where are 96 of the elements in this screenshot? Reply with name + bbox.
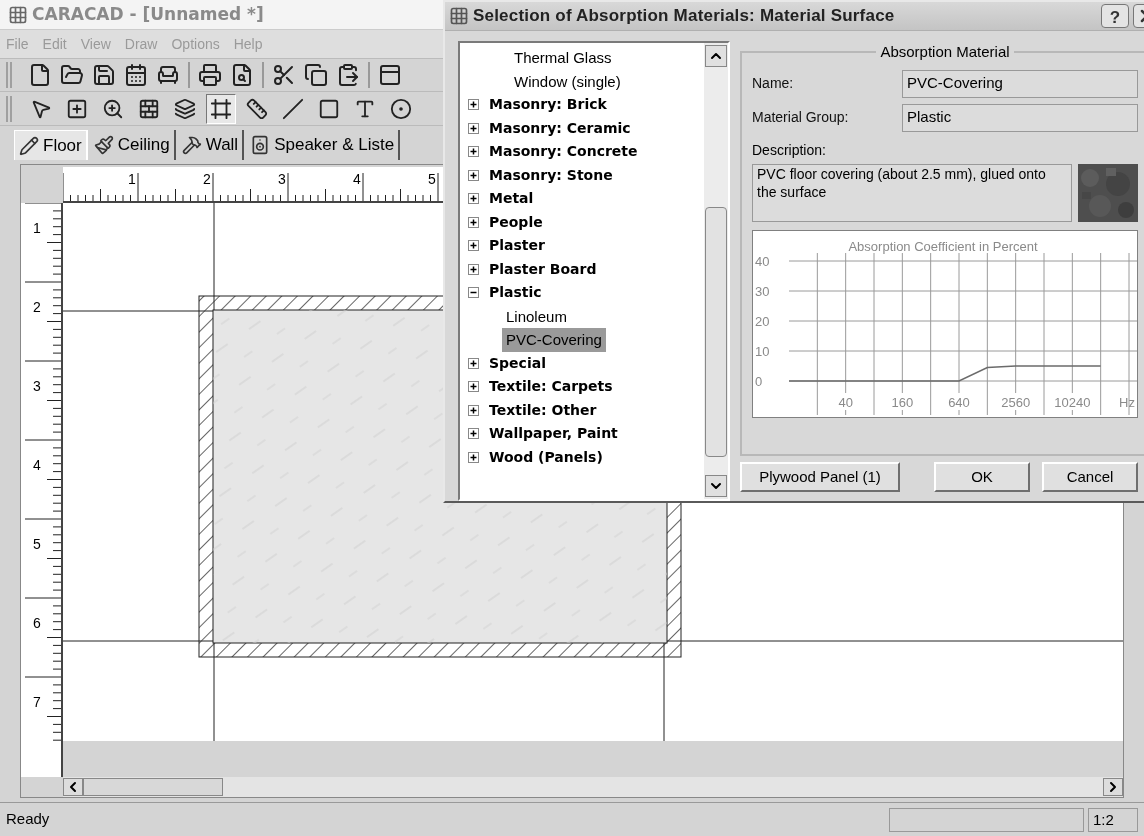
expand-toggle[interactable] [468, 428, 479, 440]
scroll-thumb[interactable] [705, 207, 727, 457]
ruler-label: 3 [33, 378, 41, 394]
ruler-label: 6 [33, 615, 41, 631]
material-button[interactable]: Plywood Panel (1) [740, 462, 900, 492]
cancel-button[interactable]: Cancel [1042, 462, 1138, 492]
ruler-label: 1 [33, 220, 41, 236]
expand-toggle[interactable] [468, 193, 479, 205]
folder-icon[interactable] [60, 63, 84, 87]
expand-toggle[interactable] [468, 240, 479, 252]
app-icon [8, 4, 28, 25]
chair-icon[interactable] [156, 63, 180, 87]
tree-group[interactable]: Plaster Board [489, 257, 597, 281]
zoom-ratio: 1:2 [1088, 807, 1138, 832]
horizontal-scrollbar[interactable] [63, 777, 1123, 797]
x-axis-unit: Hz [1119, 394, 1135, 410]
window-icon[interactable] [378, 63, 402, 87]
tree-group[interactable]: Special [489, 351, 546, 375]
toolbar-grip[interactable] [6, 62, 12, 88]
group-title: Absorption Material [879, 42, 1011, 62]
field-value: PVC-Covering [902, 69, 1138, 98]
tree-leaf[interactable]: Linoleum [502, 304, 571, 328]
expand-toggle[interactable] [468, 169, 479, 181]
tree-group[interactable]: Masonry: Brick [489, 93, 607, 117]
collapse-toggle[interactable] [468, 287, 479, 299]
ruler-label: 5 [33, 536, 41, 552]
field-value: Plastic [902, 103, 1138, 132]
ruler-label: 4 [33, 457, 41, 473]
scroll-right-icon[interactable] [1103, 778, 1123, 796]
y-tick-label: 30 [755, 283, 770, 299]
speaker-icon [250, 135, 271, 155]
x-tick-label: 640 [948, 394, 970, 410]
tree-group[interactable]: Plaster [489, 234, 545, 258]
field-label: Name: [752, 74, 795, 93]
ruler-label: 4 [353, 171, 361, 187]
calendar-icon[interactable] [124, 63, 148, 87]
tree-group[interactable]: People [489, 210, 543, 234]
window-title: CARACAD - [Unnamed *] [32, 2, 264, 26]
expand-toggle[interactable] [468, 122, 479, 134]
expand-toggle[interactable] [468, 404, 479, 416]
tree-group[interactable]: Textile: Other [489, 398, 597, 422]
new-file-icon[interactable] [28, 63, 52, 87]
expand-toggle[interactable] [468, 263, 479, 275]
expand-toggle[interactable] [468, 146, 479, 158]
tree-leaf[interactable]: PVC-Covering [502, 328, 606, 352]
help-button[interactable]: ? [1101, 4, 1129, 28]
x-tick-label: 40 [838, 394, 853, 410]
ruler-label: 5 [428, 171, 436, 187]
field-label: Description: [752, 140, 827, 160]
tree-group[interactable]: Textile: Carpets [489, 375, 613, 399]
tree-leaf[interactable]: Thermal Glass [510, 46, 616, 70]
x-tick-label: 160 [891, 394, 914, 410]
y-tick-label: 40 [755, 253, 770, 269]
grid-icon [449, 6, 469, 26]
expand-toggle[interactable] [468, 357, 479, 369]
ruler-label: 2 [33, 299, 41, 315]
tree-leaf[interactable]: Window (single) [510, 69, 625, 93]
expand-toggle[interactable] [468, 451, 479, 463]
y-tick-label: 20 [755, 313, 770, 329]
ruler-label: 1 [128, 171, 136, 187]
ok-button[interactable]: OK [934, 462, 1030, 492]
printer-icon[interactable] [198, 63, 222, 87]
ruler-label: 7 [33, 694, 41, 710]
expand-toggle[interactable] [468, 381, 479, 393]
y-tick-label: 10 [755, 343, 770, 359]
y-tick-label: 0 [755, 373, 763, 389]
tree-group[interactable]: Metal [489, 187, 534, 211]
ruler-label: 3 [278, 171, 286, 187]
scroll-thumb[interactable] [83, 778, 223, 796]
tree-group[interactable]: Wallpaper, Paint [489, 422, 618, 446]
expand-toggle[interactable] [468, 216, 479, 228]
hammer-icon [181, 135, 202, 155]
tree-group[interactable]: Masonry: Ceramic [489, 116, 631, 140]
vertical-scrollbar[interactable] [704, 43, 728, 499]
ruler-label: 2 [203, 171, 211, 187]
brush-icon [93, 135, 114, 155]
toolbar-grip[interactable] [6, 95, 12, 122]
x-tick-label: 10240 [1054, 394, 1091, 410]
tree-group[interactable]: Masonry: Concrete [489, 140, 638, 164]
pencil-icon [19, 135, 39, 156]
chart-title: Absorption Coefficient in Percent [848, 238, 1038, 254]
tab[interactable]: Floor [14, 130, 88, 160]
tree-group[interactable]: Plastic [489, 281, 542, 305]
scissors-icon[interactable] [272, 63, 296, 87]
x-tick-label: 2560 [1001, 394, 1031, 410]
field-label: Material Group: [752, 108, 850, 127]
tree-group[interactable]: Masonry: Stone [489, 163, 613, 187]
description-text: PVC floor covering (about 2.5 mm), glued onto the surface [752, 163, 1072, 222]
tree-group[interactable]: Wood (Panels) [489, 445, 603, 469]
scroll-left-icon[interactable] [63, 778, 83, 796]
paste-icon[interactable] [336, 63, 360, 87]
expand-toggle[interactable] [468, 99, 479, 111]
status-text: Ready [6, 809, 50, 830]
print-preview-icon[interactable] [230, 63, 254, 87]
copy-icon[interactable] [304, 63, 328, 87]
dialog-title: Selection of Absorption Materials: Material Surface [473, 5, 895, 28]
